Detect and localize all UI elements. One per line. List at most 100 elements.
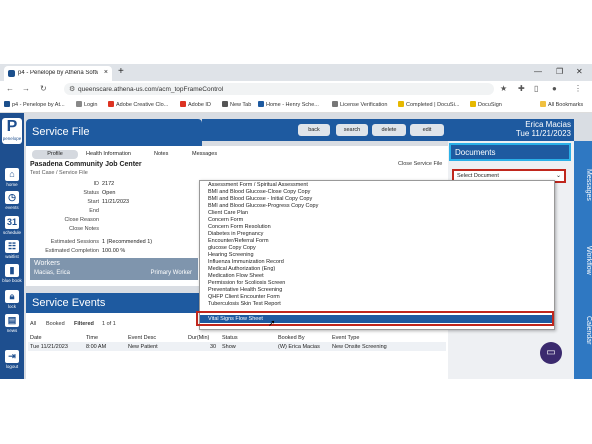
back-icon[interactable]: ← <box>6 84 14 93</box>
bookmark-item[interactable]: Home - Henry Sche... <box>258 101 319 108</box>
site-info-icon[interactable]: ⚙ <box>69 85 75 93</box>
column-header[interactable]: Event Desc <box>128 335 156 341</box>
bookmark-item[interactable]: Adobe ID <box>180 101 211 108</box>
list-item[interactable]: glucose Copy Copy <box>208 245 256 251</box>
nav-waitlist[interactable]: ☷ waitlist <box>1 240 23 259</box>
back-button[interactable]: back <box>298 124 330 136</box>
tab-messages[interactable]: Messages <box>192 150 217 159</box>
nav-blue-book[interactable]: ▮ blue book <box>1 264 23 283</box>
list-item[interactable]: Encounter/Referral Form <box>208 238 269 244</box>
filter-booked[interactable]: Booked <box>46 321 65 327</box>
news-icon: ▤ <box>5 314 19 327</box>
search-button[interactable]: search <box>336 124 368 136</box>
restore-icon[interactable]: ❐ <box>556 67 563 76</box>
profile-icon[interactable]: ● <box>552 84 557 93</box>
worker-name[interactable]: Macias, Erica <box>34 270 70 276</box>
service-file-header: Service File <box>26 119 202 147</box>
extensions-icon[interactable]: ✚ <box>518 84 525 93</box>
bookmark-item[interactable]: p4 - Penelope by At... <box>4 101 65 108</box>
list-item[interactable]: BMI and Blood Glucose - Initial Copy Cop… <box>208 196 312 202</box>
new-tab-icon[interactable]: + <box>118 66 124 77</box>
list-item[interactable]: Permission for Scoliosis Screen <box>208 280 285 286</box>
list-item[interactable]: Hearing Screening <box>208 252 254 258</box>
column-header[interactable]: Time <box>86 335 98 341</box>
bookmark-item[interactable]: New Tab <box>222 101 251 108</box>
list-item[interactable]: Medication Flow Sheet <box>208 273 264 279</box>
list-item[interactable]: QHFP Client Encounter Form <box>208 294 280 300</box>
list-item[interactable]: BMI and Blood Glucose-Close Copy Copy <box>208 189 310 195</box>
forward-icon[interactable]: → <box>22 84 30 93</box>
nav-lock[interactable]: 🔒︎ lock <box>1 290 23 309</box>
field-label: Close Reason <box>64 217 99 223</box>
delete-button[interactable]: delete <box>372 124 406 136</box>
nav-events[interactable]: ◷ events <box>1 191 23 210</box>
column-header[interactable]: Event Type <box>332 335 359 341</box>
column-header[interactable]: Date <box>30 335 42 341</box>
tab-messages-rail[interactable]: Messages <box>574 150 592 220</box>
reload-icon[interactable]: ↻ <box>40 84 47 93</box>
table-cell: (W) Erica Macias <box>278 344 320 350</box>
bookmark-item[interactable]: License Verification <box>332 101 387 108</box>
field-label: ID <box>93 181 100 187</box>
workers-panel: Workers Macias, Erica Primary Worker <box>30 258 198 280</box>
tab-notes[interactable]: Notes <box>154 150 168 159</box>
tab-calendar[interactable]: Calendar <box>574 300 592 360</box>
list-item[interactable]: Assessment Form / Spiritual Assessment <box>208 182 308 188</box>
filter-all[interactable]: All <box>30 321 36 327</box>
home-icon: ⌂ <box>5 168 19 181</box>
address-bar[interactable]: ⚙ queenscare.athena-us.com/acm_topFrameC… <box>64 83 494 95</box>
tab-profile[interactable]: Profile <box>32 150 78 159</box>
menu-icon[interactable]: ⋮ <box>574 84 582 93</box>
field-label: End <box>89 208 99 214</box>
list-item[interactable]: Tuberculosis Skin Test Report <box>208 301 281 307</box>
worker-role: Primary Worker <box>150 270 192 276</box>
documents-header: Documents <box>449 143 571 161</box>
documents-title: Documents <box>455 148 496 157</box>
filter-filtered[interactable]: Filtered <box>74 321 94 327</box>
bookmark-item[interactable]: Adobe Creative Clo... <box>108 101 168 108</box>
all-bookmarks[interactable]: All Bookmarks <box>540 101 583 108</box>
list-item[interactable]: Preventative Health Screening <box>208 287 282 293</box>
lock-icon: 🔒︎ <box>5 290 19 303</box>
chat-icon[interactable]: ▭ <box>540 342 562 364</box>
bookmark-item[interactable]: DocuSign <box>470 101 502 108</box>
minimize-icon[interactable]: — <box>534 67 542 76</box>
column-header[interactable]: Dur(Min) <box>188 335 209 341</box>
star-icon[interactable]: ★ <box>500 84 507 93</box>
close-tab-icon[interactable]: × <box>104 69 108 76</box>
tab-workflow[interactable]: Workflow <box>574 230 592 290</box>
user-info: Erica Macias Tue 11/21/2023 <box>448 119 574 141</box>
table-cell: Tue 11/21/2023 <box>30 344 68 350</box>
sidepanel-icon[interactable]: ▯ <box>534 84 538 93</box>
tab-health-information[interactable]: Health Information <box>86 150 131 159</box>
service-events-title: Service Events <box>32 297 106 309</box>
edit-button[interactable]: edit <box>410 124 444 136</box>
service-events-header: Service Events <box>26 293 202 313</box>
list-item[interactable]: Client Care Plan <box>208 210 248 216</box>
list-item[interactable]: Influenza Immunization Record <box>208 259 284 265</box>
nav-schedule[interactable]: 31 schedule <box>1 216 23 235</box>
nav-home[interactable]: ⌂ home <box>1 168 23 187</box>
list-item[interactable]: Medical Authorization (Eng) <box>208 266 275 272</box>
nav-logout[interactable]: ⇥ logout <box>1 350 23 369</box>
column-header[interactable]: Status <box>222 335 238 341</box>
list-item[interactable]: Concern Form <box>208 217 243 223</box>
browser-tab[interactable]: p4 - Penelope by Athena Softw... × <box>4 66 112 81</box>
field-label: Estimated Completion <box>45 248 99 254</box>
field-value: Open <box>102 190 116 196</box>
field-label: Status <box>83 190 99 196</box>
table-cell: 30 <box>210 344 217 350</box>
list-item[interactable]: Diabetes in Pregnancy <box>208 231 263 237</box>
penelope-logo[interactable]: Ppenelope <box>2 118 22 144</box>
list-item[interactable]: Concern Form Resolution <box>208 224 271 230</box>
table-cell: New Onsite Screening <box>332 344 387 350</box>
tab-title: p4 - Penelope by Athena Softw... <box>18 70 98 76</box>
bookmark-item[interactable]: Completed | DocuSi... <box>398 101 459 108</box>
nav-news[interactable]: ▤ news <box>1 314 23 333</box>
window-close-icon[interactable]: ✕ <box>576 67 583 76</box>
bookmark-item[interactable]: Login <box>76 101 97 108</box>
list-item[interactable]: BMI and Blood Glucose-Progress Copy Copy <box>208 203 318 209</box>
close-service-file-link[interactable]: Close Service File <box>398 161 442 167</box>
column-header[interactable]: Booked By <box>278 335 305 341</box>
page-title: Service File <box>32 126 90 138</box>
